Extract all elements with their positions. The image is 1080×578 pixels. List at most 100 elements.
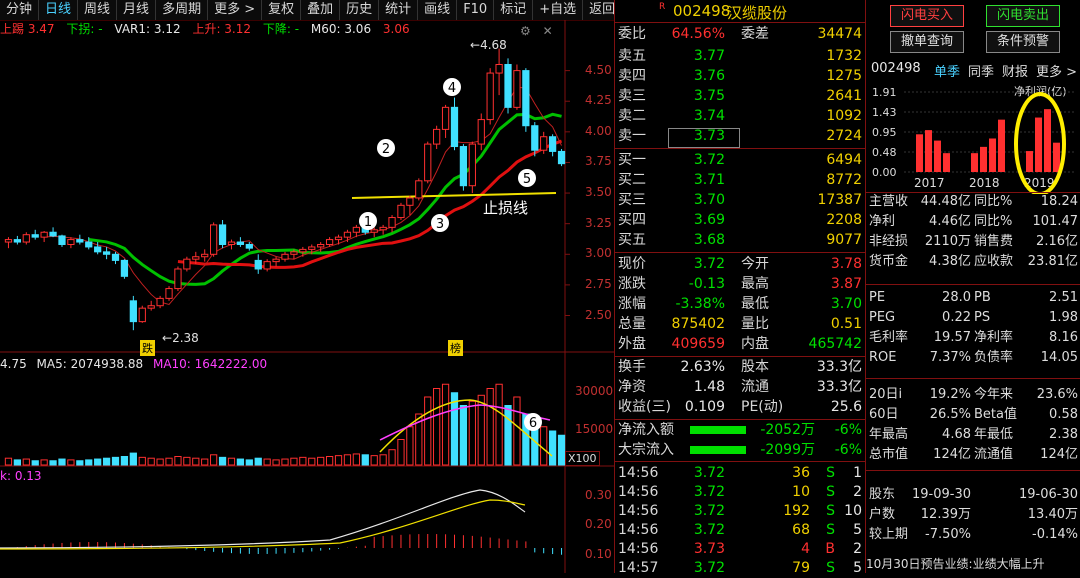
tick-side-2: S bbox=[826, 503, 835, 519]
fund-fin-l2-2: 销售费 bbox=[974, 234, 1014, 249]
bid-row-3: 买四 3.69 2208 bbox=[615, 210, 865, 230]
tick-vol-1: 10 bbox=[792, 484, 810, 500]
candle-2 bbox=[22, 232, 30, 245]
stats-row-2: 收益(三) 0.109 PE(动) 25.6 bbox=[615, 397, 865, 417]
volume-bar-1 bbox=[13, 459, 22, 466]
volume-bar-14 bbox=[129, 452, 137, 466]
candle-55 bbox=[495, 48, 503, 96]
flash-buy-button[interactable]: 闪电买入 bbox=[890, 5, 964, 27]
candle-60 bbox=[540, 131, 548, 154]
volume-bar-16 bbox=[147, 457, 155, 466]
candle-0 bbox=[4, 237, 13, 249]
ask1-highlight bbox=[668, 128, 740, 148]
fund-perf-l2-1: Beta值 bbox=[974, 407, 1017, 422]
candle-body-50 bbox=[450, 106, 459, 148]
flash-sell-button[interactable]: 闪电卖出 bbox=[986, 5, 1060, 27]
bid-row-1: 买二 3.71 8772 bbox=[615, 170, 865, 190]
ask-label-4: 卖一 bbox=[618, 128, 646, 144]
marker-text-2: 2 bbox=[382, 142, 390, 157]
candle-body-18 bbox=[165, 288, 173, 299]
volume-bar-15 bbox=[138, 456, 146, 466]
candle-body-58 bbox=[522, 70, 530, 127]
profit-axis-3: 0.48 bbox=[872, 146, 897, 159]
ask-row-4: 卖一 3.73 2724 bbox=[615, 126, 865, 146]
quote-row-3: 总量 875402 量比 0.51 bbox=[615, 314, 865, 334]
fund-tab-0[interactable]: 单季 bbox=[934, 65, 960, 80]
fund-perf-l2-0: 今年来 bbox=[974, 387, 1014, 402]
bid-label-3: 买四 bbox=[618, 212, 646, 228]
ask-price-3: 3.74 bbox=[693, 108, 725, 124]
quote-v1-1: -0.13 bbox=[688, 276, 725, 292]
fund-perf-l2-2: 年最低 bbox=[974, 427, 1014, 442]
candle-body-16 bbox=[147, 305, 155, 309]
volume-bar-19 bbox=[174, 456, 182, 466]
stock-header: R 002498 汉缆股份 bbox=[615, 0, 865, 23]
candle-42 bbox=[379, 224, 387, 235]
candle-15 bbox=[138, 305, 146, 323]
fund-tab-3[interactable]: 更多 > bbox=[1036, 65, 1077, 80]
candle-body-8 bbox=[76, 239, 84, 243]
fund-perf-v1-0: 19.2% bbox=[929, 387, 971, 402]
ask-row-1: 卖四 3.76 1275 bbox=[615, 66, 865, 86]
candle-62 bbox=[557, 148, 566, 167]
volume-bar-55 bbox=[495, 383, 503, 466]
volume-bar-33 bbox=[299, 456, 307, 466]
volume-bar-18 bbox=[165, 457, 173, 466]
condition-alert-button[interactable]: 条件预警 bbox=[986, 31, 1060, 53]
candle-18 bbox=[165, 286, 173, 301]
candle-body-55 bbox=[495, 63, 503, 74]
volume-bar-45 bbox=[406, 426, 414, 466]
volume-bar-31 bbox=[281, 458, 289, 466]
macd-axis-010: 0.10 bbox=[585, 547, 612, 561]
profit-axis-0: 1.91 bbox=[872, 86, 897, 99]
stats-l1-1: 净资 bbox=[618, 379, 646, 395]
stats-l2-1: 流通 bbox=[741, 379, 769, 395]
tick-time-2: 14:56 bbox=[618, 503, 659, 519]
flow-label-0: 净流入额 bbox=[618, 422, 674, 438]
candle-body-24 bbox=[218, 224, 227, 245]
fund-tab-1[interactable]: 同季 bbox=[968, 65, 994, 80]
fund-fin-v2-0: 18.24 bbox=[1040, 194, 1078, 209]
candle-body-38 bbox=[343, 231, 352, 238]
candle-body-28 bbox=[254, 259, 262, 270]
candle-25 bbox=[227, 239, 236, 250]
candle-body-29 bbox=[263, 261, 271, 270]
bang-tag: 榜 bbox=[448, 340, 463, 356]
ma5-label: MA5: 2074938.88 bbox=[36, 357, 144, 371]
candle-body-23 bbox=[210, 224, 218, 255]
kline-chart[interactable]: 1 2 3 4 5 6 bbox=[0, 0, 614, 573]
price-tick-0: 4.50 bbox=[585, 62, 612, 77]
bid-vol-1: 8772 bbox=[826, 172, 862, 188]
tick-row-2: 14:56 3.72 192 S 10 bbox=[615, 501, 865, 521]
asks-bids-divider bbox=[615, 148, 865, 149]
fund-tab-2[interactable]: 财报 bbox=[1002, 65, 1028, 80]
cancel-query-button[interactable]: 撤单查询 bbox=[890, 31, 964, 53]
candle-38 bbox=[343, 229, 352, 243]
quote-l1-3: 总量 bbox=[618, 316, 646, 332]
fund-val-v1-0: 28.0 bbox=[942, 290, 971, 305]
candle-8 bbox=[76, 234, 84, 245]
tick-n-3: 5 bbox=[853, 522, 862, 538]
fund-val-l1-2: 毛利率 bbox=[869, 330, 909, 345]
ask-vol-4: 2724 bbox=[826, 128, 862, 144]
tick-n-4: 2 bbox=[853, 541, 862, 557]
fund-perf-v2-1: 0.58 bbox=[1049, 407, 1078, 422]
volume-bar-20 bbox=[183, 456, 191, 466]
volume-bar-0 bbox=[4, 457, 13, 466]
candle-body-59 bbox=[531, 125, 539, 151]
candle-body-0 bbox=[4, 239, 13, 243]
fund-val-row-0: PE 28.0 PB 2.51 bbox=[866, 288, 1080, 308]
low-label: ←2.38 bbox=[162, 331, 199, 345]
fund-val-row-3: ROE 7.37% 负债率 14.05 bbox=[866, 348, 1080, 368]
volume-bar-41 bbox=[370, 455, 378, 466]
stats-v2-0: 33.3亿 bbox=[816, 359, 862, 375]
candle-body-60 bbox=[540, 136, 548, 151]
high-label: ←4.68 bbox=[470, 38, 507, 52]
candle-body-34 bbox=[308, 246, 316, 250]
bid-price-2: 3.70 bbox=[693, 192, 725, 208]
bid-price-0: 3.72 bbox=[693, 152, 725, 168]
quote-v2-3: 0.51 bbox=[830, 316, 862, 332]
candle-7 bbox=[67, 237, 75, 249]
bid-label-1: 买二 bbox=[618, 172, 646, 188]
candle-46 bbox=[415, 178, 423, 201]
